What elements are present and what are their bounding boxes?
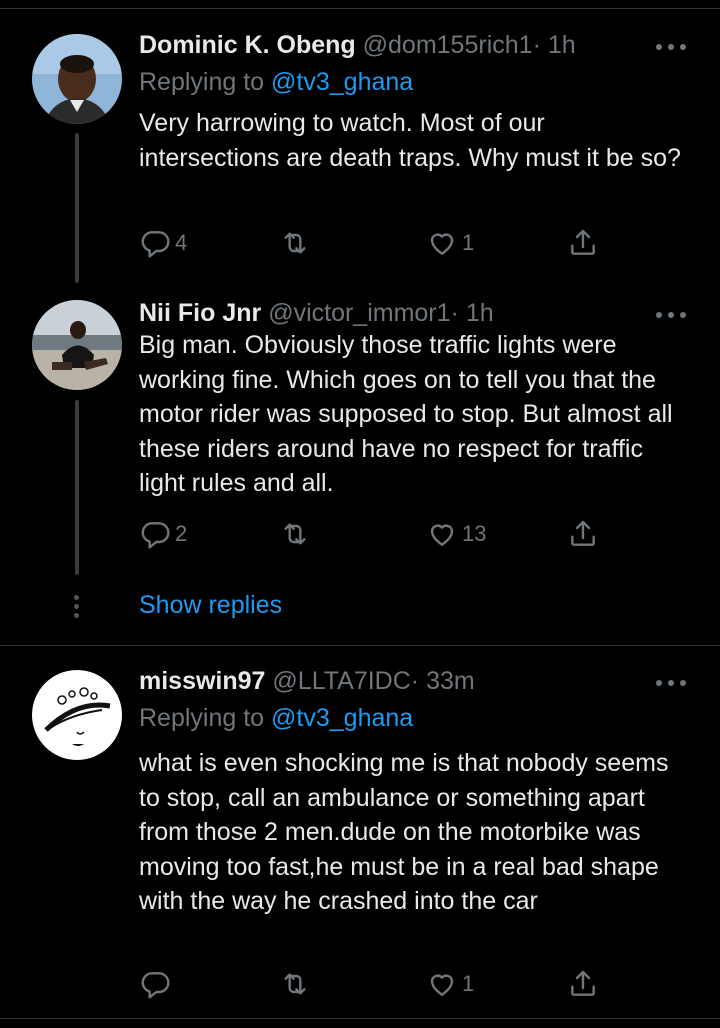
user-handle[interactable]: @LLTA7IDC: [272, 667, 410, 695]
replying-to-label: Replying to: [139, 68, 272, 96]
heart-icon: [430, 974, 454, 996]
timestamp: · 1h: [532, 31, 576, 59]
like-count: 1: [462, 971, 475, 996]
tweet-header: Dominic K. Obeng @dom155rich1· 1h: [139, 30, 689, 60]
tweet-actions: 1: [139, 967, 609, 1001]
tweet-actions: 4 1: [139, 226, 609, 260]
retweet-icon: [284, 232, 306, 254]
bottom-divider: [0, 1018, 720, 1019]
reply-button[interactable]: 4: [139, 226, 187, 260]
replying-to-mention[interactable]: @tv3_ghana: [271, 704, 413, 732]
timestamp: · 1h: [450, 299, 494, 327]
share-icon: [571, 229, 595, 255]
share-button[interactable]: [567, 226, 599, 260]
timestamp: · 33m: [410, 667, 475, 695]
tweet-text: Very harrowing to watch. Most of our int…: [139, 109, 681, 172]
conversation-thread: Dominic K. Obeng @dom155rich1· 1h Replyi…: [0, 0, 720, 1028]
retweet-button[interactable]: [279, 967, 315, 1001]
reply-button[interactable]: [139, 967, 175, 1001]
like-count: 1: [462, 230, 475, 255]
retweet-button[interactable]: [279, 517, 315, 551]
thread-line: [75, 133, 79, 283]
share-icon: [571, 520, 595, 546]
avatar[interactable]: [32, 670, 122, 760]
reply-icon: [141, 972, 170, 999]
display-name[interactable]: Nii Fio Jnr: [139, 299, 261, 327]
tweet-dominic[interactable]: Dominic K. Obeng @dom155rich1· 1h Replyi…: [0, 0, 720, 283]
heart-icon: [430, 233, 454, 255]
replying-to: Replying to @tv3_ghana: [139, 66, 689, 98]
tweet-misswin97[interactable]: misswin97 @LLTA7IDC· 33m Replying to @tv…: [0, 646, 720, 1018]
tweet-text: what is even shocking me is that nobody …: [139, 749, 669, 916]
display-name[interactable]: misswin97: [139, 667, 265, 695]
like-button[interactable]: 13: [426, 517, 486, 551]
reply-button[interactable]: 2: [139, 517, 187, 551]
tweet-header: Nii Fio Jnr @victor_immor1· 1h: [139, 298, 689, 328]
like-count: 13: [462, 521, 487, 546]
share-icon: [571, 970, 595, 996]
reply-icon: [141, 522, 170, 549]
replying-to-mention[interactable]: @tv3_ghana: [271, 68, 413, 96]
tweet-nii-fio[interactable]: Nii Fio Jnr @victor_immor1· 1h Big man. …: [0, 280, 720, 646]
reply-count: 4: [175, 230, 188, 255]
like-button[interactable]: 1: [426, 967, 474, 1001]
thread-line: [75, 400, 79, 575]
heart-icon: [430, 524, 454, 546]
replying-to-label: Replying to: [139, 704, 272, 732]
replying-to: Replying to @tv3_ghana: [139, 702, 689, 734]
avatar[interactable]: [32, 300, 122, 390]
reply-count: 2: [175, 521, 188, 546]
retweet-icon: [284, 523, 306, 545]
share-button[interactable]: [567, 517, 599, 551]
display-name[interactable]: Dominic K. Obeng: [139, 31, 356, 59]
reply-icon: [141, 231, 170, 258]
tweet-actions: 2 13: [139, 517, 609, 551]
share-button[interactable]: [567, 967, 599, 1001]
show-replies-link[interactable]: Show replies: [139, 591, 282, 620]
retweet-icon: [284, 973, 306, 995]
tweet-text: Big man. Obviously those traffic lights …: [139, 331, 673, 498]
like-button[interactable]: 1: [426, 226, 474, 260]
thread-continuation-dots: [74, 595, 80, 619]
user-handle[interactable]: @victor_immor1: [268, 299, 450, 327]
tweet-header: misswin97 @LLTA7IDC· 33m: [139, 666, 689, 696]
user-handle[interactable]: @dom155rich1: [363, 31, 533, 59]
retweet-button[interactable]: [279, 226, 315, 260]
avatar[interactable]: [32, 34, 122, 124]
